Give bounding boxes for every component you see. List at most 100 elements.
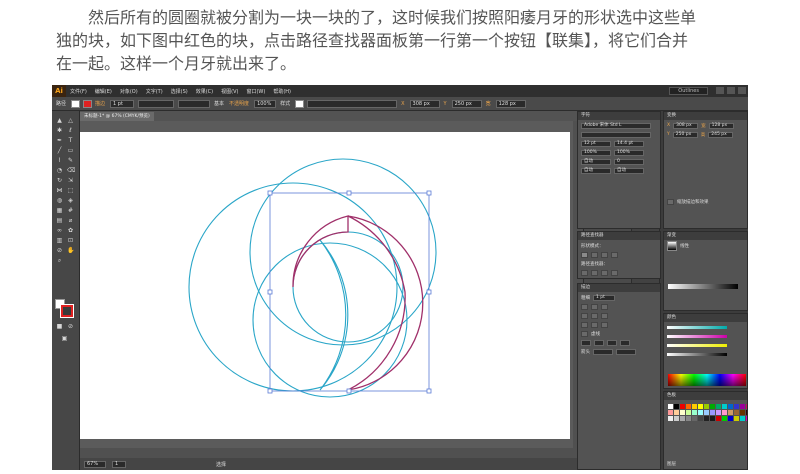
transform-panel-title[interactable]: 变换 [664, 112, 747, 120]
vertical-scale-field[interactable]: 100% [581, 149, 611, 156]
stroke-color-box[interactable] [60, 304, 74, 318]
menu-view[interactable]: 视图(V) [221, 88, 238, 95]
bbox-handle-bottom[interactable] [346, 388, 352, 394]
crop-button[interactable] [611, 269, 618, 276]
bbox-handle-bl[interactable] [267, 388, 273, 394]
menu-edit[interactable]: 编辑(E) [95, 88, 112, 95]
x-field[interactable]: 308 px [409, 99, 440, 108]
color-mode-icon[interactable]: ■ [56, 323, 63, 330]
join-miter-button[interactable] [581, 312, 588, 319]
stroke-swatch[interactable] [83, 99, 93, 108]
cap-square-button[interactable] [601, 303, 608, 310]
width-tool-icon[interactable]: ⋈ [56, 187, 63, 194]
gradient-tool-icon[interactable]: ▤ [56, 217, 63, 224]
rectangle-tool-icon[interactable]: ▭ [67, 147, 74, 154]
gap-2[interactable] [620, 339, 630, 346]
leading-field[interactable]: 14.4 pt [614, 140, 644, 147]
unite-button[interactable] [581, 251, 588, 258]
symbol-sprayer-icon[interactable]: ✿ [67, 227, 74, 234]
column-graph-icon[interactable]: ▥ [56, 237, 63, 244]
menu-object[interactable]: 对象(O) [120, 88, 138, 95]
bbox-handle-tr[interactable] [426, 190, 432, 196]
dashed-checkbox[interactable] [581, 330, 588, 337]
blob-brush-icon[interactable]: ◔ [56, 167, 63, 174]
brush-definition[interactable] [178, 99, 211, 108]
baseline-field[interactable]: 自动 [581, 167, 611, 174]
dash-1[interactable] [581, 339, 591, 346]
variable-width-profile[interactable] [138, 99, 175, 108]
circle-bottom[interactable] [252, 242, 408, 398]
pencil-icon[interactable]: ✎ [67, 157, 74, 164]
cyan-slider[interactable] [667, 326, 727, 329]
join-round-button[interactable] [591, 312, 598, 319]
selection-tool-icon[interactable]: ▲ [56, 117, 63, 124]
stroke-label[interactable]: 描边 [95, 100, 105, 107]
document-tab[interactable]: 未标题-1* @ 67% (CMYK/预览) [80, 112, 154, 121]
stroke-weight-input[interactable]: 1 pt [593, 294, 615, 301]
pathfinder-panel-title[interactable]: 路径查找器 [578, 232, 660, 240]
hand-tool-icon[interactable]: ✋ [67, 247, 74, 254]
stroke-panel-title[interactable]: 描边 [578, 284, 660, 292]
page-field[interactable]: 1 [112, 460, 126, 468]
gap-1[interactable] [594, 339, 604, 346]
zoom-tool-icon[interactable]: ⌕ [56, 257, 63, 264]
horizontal-scrollbar[interactable] [80, 448, 583, 458]
minus-front-button[interactable] [591, 251, 598, 258]
exclude-button[interactable] [611, 251, 618, 258]
align-outside-button[interactable] [601, 321, 608, 328]
maximize-icon[interactable] [727, 87, 735, 94]
join-bevel-button[interactable] [601, 312, 608, 319]
transform-w-field[interactable]: 128 px [708, 122, 734, 129]
menu-window[interactable]: 窗口(W) [246, 88, 265, 95]
gradient-slider[interactable] [668, 284, 738, 289]
magenta-slider[interactable] [667, 335, 727, 338]
screen-mode-icon[interactable]: ▣ [61, 335, 68, 342]
layers-tab[interactable]: 图层 [667, 461, 676, 467]
workspace-switcher[interactable]: Outlines [669, 87, 708, 95]
intersect-button[interactable] [601, 251, 608, 258]
arrow-start-select[interactable] [593, 348, 613, 355]
rotation-field[interactable]: 自动 [614, 167, 644, 174]
color-spectrum[interactable] [668, 374, 746, 386]
opacity-field[interactable]: 100% [254, 99, 277, 108]
width-field[interactable]: 128 px [495, 99, 526, 108]
close-icon[interactable] [738, 87, 746, 94]
menu-select[interactable]: 选择(S) [171, 88, 188, 95]
blend-tool-icon[interactable]: ∞ [56, 227, 63, 234]
bbox-handle-top[interactable] [346, 190, 352, 196]
menu-effect[interactable]: 效果(C) [196, 88, 213, 95]
eraser-icon[interactable]: ⌫ [67, 167, 75, 174]
circle-top[interactable] [249, 158, 437, 346]
scale-tool-icon[interactable]: ⇲ [67, 177, 74, 184]
align-inside-button[interactable] [591, 321, 598, 328]
free-transform-icon[interactable]: ⬚ [67, 187, 74, 194]
paintbrush-icon[interactable]: ⌇ [56, 157, 63, 164]
transform-x-field[interactable]: 308 px [673, 122, 699, 129]
type-tool-icon[interactable]: T [67, 137, 74, 144]
yellow-slider[interactable] [667, 344, 727, 347]
swatches-panel-title[interactable]: 色板 [664, 392, 747, 400]
horizontal-scale-field[interactable]: 100% [614, 149, 644, 156]
divide-button[interactable] [581, 269, 588, 276]
eyedropper-icon[interactable]: ⌀ [67, 217, 74, 224]
graphic-style-swatch[interactable] [295, 99, 305, 108]
arrow-end-select[interactable] [616, 348, 636, 355]
lasso-icon[interactable]: ℓ [67, 127, 74, 134]
kerning-field[interactable]: 自动 [581, 158, 611, 165]
stroke-weight-field[interactable]: 1 pt [110, 99, 135, 108]
bbox-handle-right[interactable] [426, 289, 432, 295]
merge-button[interactable] [601, 269, 608, 276]
bbox-handle-br[interactable] [426, 388, 432, 394]
y-field[interactable]: 250 px [451, 99, 482, 108]
swatch-grid[interactable] [668, 404, 747, 421]
crescent-helper-path[interactable] [319, 239, 349, 391]
font-family-field[interactable]: Adobe 宋体 Std L [581, 122, 651, 129]
shape-builder-icon[interactable]: ◍ [56, 197, 63, 204]
color-panel-title[interactable]: 颜色 [664, 314, 747, 322]
line-tool-icon[interactable]: ╱ [56, 147, 63, 154]
gradient-panel-title[interactable]: 渐变 [664, 232, 747, 240]
minimize-icon[interactable] [716, 87, 724, 94]
align-center-button[interactable] [581, 321, 588, 328]
artboard[interactable] [80, 132, 570, 439]
rotate-tool-icon[interactable]: ↻ [56, 177, 63, 184]
